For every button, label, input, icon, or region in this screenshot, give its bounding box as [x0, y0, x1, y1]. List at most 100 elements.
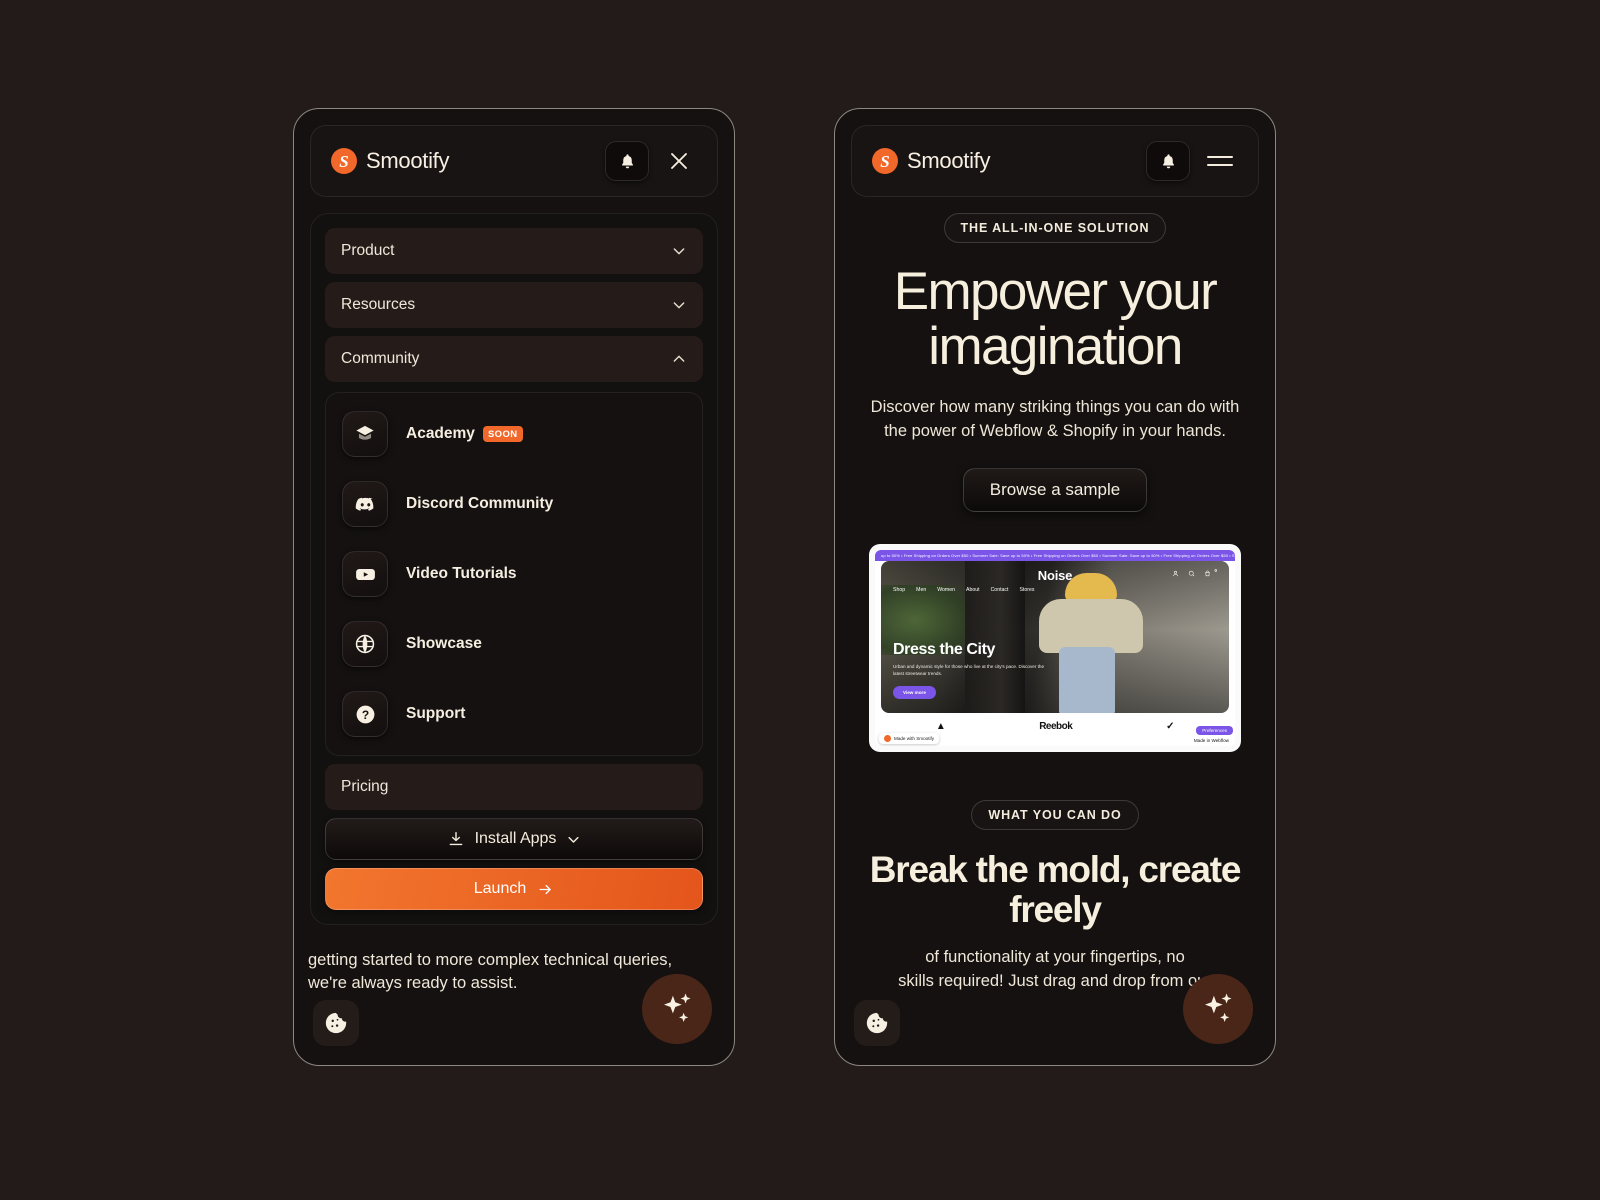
- smootify-dot-icon: [884, 735, 891, 742]
- ai-assistant-button-right[interactable]: [1183, 974, 1253, 1044]
- submenu-item-support-label: Support: [406, 705, 466, 722]
- preview-hero-copy: Dress the City Urban and dynamic style f…: [893, 642, 1073, 699]
- cart-count-badge: 0: [1214, 568, 1217, 573]
- preview-nav-link-about[interactable]: About: [966, 587, 980, 593]
- preview-nav-links: Shop Men Women About Contact Stores: [893, 587, 1217, 593]
- question-mark-icon-tile: ?: [342, 691, 388, 737]
- globe-icon: [355, 634, 375, 654]
- section2-title: Break the mold, create freely: [851, 850, 1259, 930]
- preview-nav-link-shop[interactable]: Shop: [893, 587, 905, 593]
- browse-sample-button[interactable]: Browse a sample: [962, 468, 1148, 512]
- hero-title-line-1: Empower your: [893, 262, 1218, 321]
- preferences-label: Preferences: [1202, 728, 1227, 733]
- preferences-badge[interactable]: Preferences: [1196, 726, 1233, 735]
- submenu-item-video-tutorials[interactable]: Video Tutorials: [342, 551, 686, 597]
- preview-nav-link-contact[interactable]: Contact: [991, 587, 1009, 593]
- academy-cap-icon: [356, 425, 374, 440]
- preview-paragraph: Urban and dynamic style for those who li…: [893, 664, 1045, 677]
- nav-item-pricing-label: Pricing: [341, 778, 389, 795]
- brand-name: Smootify: [907, 148, 991, 173]
- cookie-icon: [866, 1012, 888, 1034]
- install-apps-button[interactable]: Install Apps: [325, 818, 703, 860]
- screen: S Smootify Product Resources Community A…: [0, 0, 1600, 1200]
- chevron-down-icon: [673, 302, 685, 309]
- accordion-community[interactable]: Community: [325, 336, 703, 382]
- preview-nav-link-women[interactable]: Women: [937, 587, 955, 593]
- hamburger-menu-button[interactable]: [1202, 143, 1238, 179]
- made-with-smootify-badge[interactable]: Made with Smootify: [879, 733, 940, 744]
- globe-icon-tile: [342, 621, 388, 667]
- right-page-content: THE ALL-IN-ONE SOLUTION Empower your ima…: [835, 213, 1275, 994]
- submenu-item-video-tutorials-label: Video Tutorials: [406, 565, 517, 582]
- website-preview-card[interactable]: up to 50% • Free Shipping on Orders Over…: [869, 544, 1241, 752]
- hero-subtitle: Discover how many striking things you ca…: [851, 396, 1259, 444]
- accordion-resources-label: Resources: [341, 296, 416, 313]
- right-phone-frame: S Smootify THE ALL-IN-ONE SOLUTION Empow…: [834, 108, 1276, 1066]
- launch-button[interactable]: Launch: [325, 868, 703, 910]
- hero-subtitle-line-2: the power of Webflow & Shopify in your h…: [884, 422, 1226, 441]
- preview-nav-link-stores[interactable]: Stores: [1019, 587, 1034, 593]
- brand-logo[interactable]: S Smootify: [872, 148, 1134, 174]
- academy-cap-icon-tile: [342, 411, 388, 457]
- preview-headline: Dress the City: [893, 641, 995, 659]
- preview-right-badges: Preferences Made in Webflow: [1189, 726, 1233, 744]
- hero-title: Empower your imagination: [851, 262, 1259, 376]
- submenu-item-showcase-label: Showcase: [406, 635, 482, 652]
- made-with-smootify-label: Made with Smootify: [894, 736, 935, 741]
- close-icon: [671, 153, 687, 169]
- accordion-resources[interactable]: Resources: [325, 282, 703, 328]
- hero-title-line-2: imagination: [928, 316, 1183, 376]
- brand-logo[interactable]: S Smootify: [331, 148, 593, 174]
- brand-name: Smootify: [366, 148, 450, 173]
- ai-assistant-button-left[interactable]: [642, 974, 712, 1044]
- notification-bell-button[interactable]: [1146, 141, 1190, 181]
- close-button[interactable]: [661, 143, 697, 179]
- preview-view-more-button[interactable]: View more: [893, 686, 936, 699]
- submenu-item-academy-label: Academy SOON: [406, 425, 523, 443]
- notification-bell-button[interactable]: [605, 141, 649, 181]
- what-you-can-do-section: WHAT YOU CAN DO Break the mold, create f…: [851, 800, 1259, 994]
- bell-icon: [1162, 153, 1174, 168]
- cookie-consent-button-left[interactable]: [313, 1000, 359, 1046]
- submenu-item-showcase[interactable]: Showcase: [342, 621, 686, 667]
- left-top-bar: S Smootify: [310, 125, 718, 197]
- section2-title-line-1: Break the mold, create: [869, 849, 1242, 890]
- hamburger-menu-icon: [1207, 156, 1233, 166]
- section2-eyebrow-badge: WHAT YOU CAN DO: [971, 800, 1139, 830]
- hero-subtitle-line-1: Discover how many striking things you ca…: [870, 398, 1240, 417]
- nav-item-pricing[interactable]: Pricing: [325, 764, 703, 810]
- preview-nav-link-men[interactable]: Men: [916, 587, 926, 593]
- submenu-item-discord[interactable]: Discord Community: [342, 481, 686, 527]
- download-icon: [449, 831, 462, 846]
- preview-nav-icons: 0: [1172, 568, 1217, 577]
- accordion-product[interactable]: Product: [325, 228, 703, 274]
- right-top-bar: S Smootify: [851, 125, 1259, 197]
- bell-icon: [621, 153, 633, 168]
- section2-body-line-1: of functionality at your fingertips, no: [925, 947, 1185, 966]
- preview-site-nav: Noise Shop Men Women About Contact Store…: [881, 561, 1229, 601]
- preview-logo-reebok: Reebok: [1039, 720, 1073, 732]
- chevron-down-icon: [568, 836, 579, 843]
- youtube-icon-tile: [342, 551, 388, 597]
- search-icon[interactable]: [1188, 570, 1195, 577]
- accordion-community-label: Community: [341, 350, 420, 367]
- preview-marquee-bar: up to 50% • Free Shipping on Orders Over…: [875, 550, 1235, 561]
- cookie-consent-button-right[interactable]: [854, 1000, 900, 1046]
- background-text-line-1: getting started to more complex technica…: [308, 951, 673, 969]
- sparkle-icon: [1205, 993, 1232, 1022]
- made-in-webflow-label: Made in Webflow: [1193, 738, 1229, 743]
- preview-inner: up to 50% • Free Shipping on Orders Over…: [875, 550, 1235, 746]
- soon-badge: SOON: [482, 426, 523, 442]
- submenu-item-discord-label: Discord Community: [406, 495, 554, 512]
- user-icon[interactable]: [1172, 570, 1179, 577]
- submenu-item-academy[interactable]: Academy SOON: [342, 411, 686, 457]
- made-in-webflow-badge[interactable]: Made in Webflow: [1189, 737, 1233, 744]
- chevron-down-icon: [673, 248, 685, 255]
- submenu-item-support[interactable]: ? Support: [342, 691, 686, 737]
- left-phone-frame: S Smootify Product Resources Community A…: [293, 108, 735, 1066]
- youtube-icon: [355, 568, 375, 580]
- cart-icon[interactable]: [1204, 570, 1211, 577]
- community-submenu: Academy SOON Discord Community Video Tut…: [325, 392, 703, 756]
- install-apps-label: Install Apps: [474, 830, 557, 847]
- mobile-nav-menu: Product Resources Community Academy SOON…: [310, 213, 718, 925]
